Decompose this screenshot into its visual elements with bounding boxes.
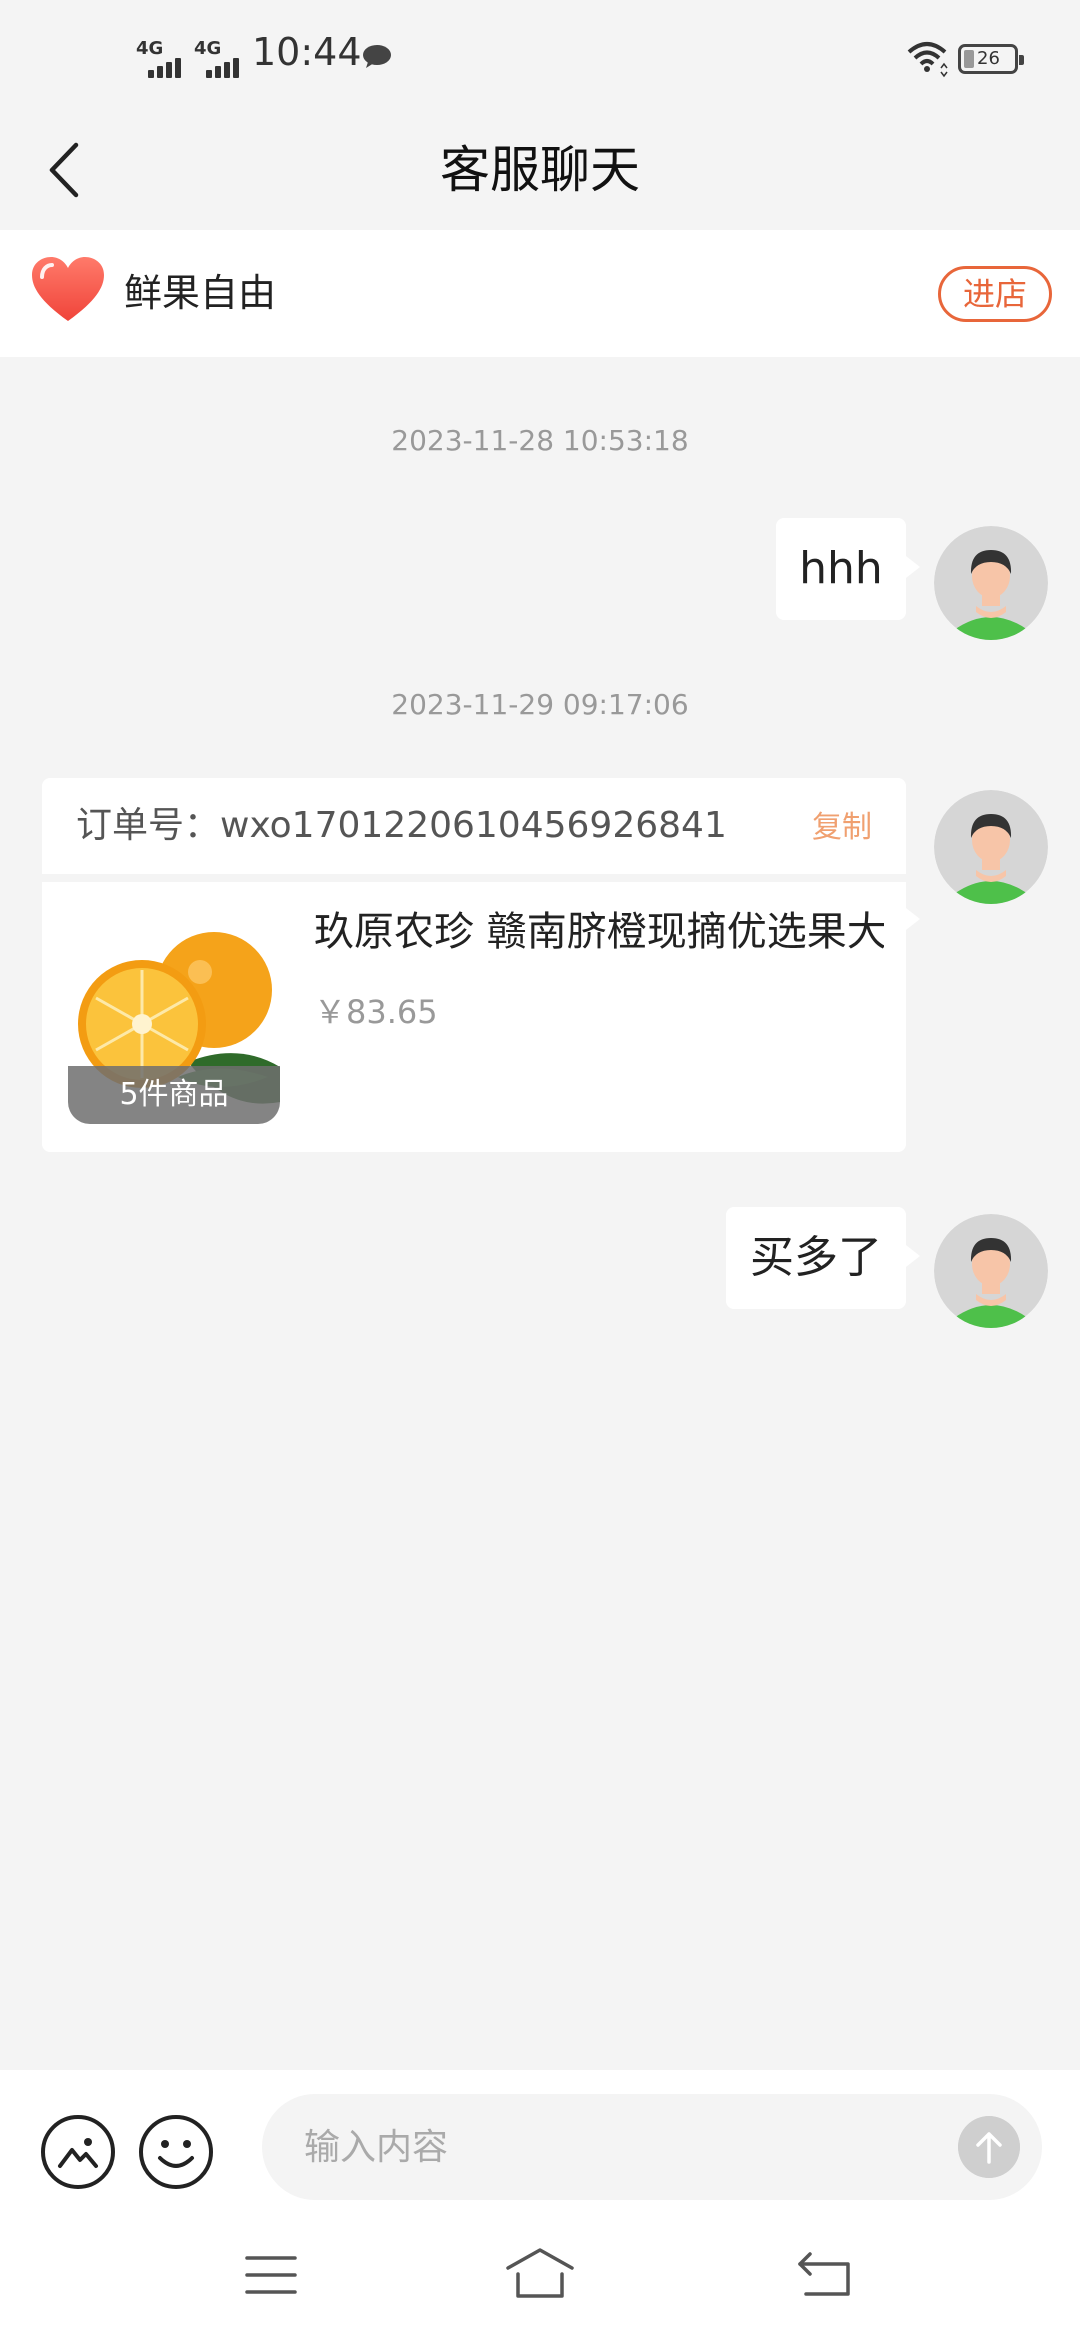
header: 客服聊天 <box>0 115 1080 230</box>
message-timestamp: 2023-11-29 09:17:06 <box>391 688 689 721</box>
image-icon[interactable] <box>40 2114 116 2190</box>
product-title: 玖原农珍 赣南脐橙现摘优选果大... <box>314 909 884 955</box>
wifi-icon <box>907 42 948 78</box>
order-header: 订单号：wxo1701220610456926841 复制 <box>42 778 906 874</box>
input-bar <box>0 2070 1080 2210</box>
status-time: 10:44 <box>252 30 362 74</box>
enter-shop-button[interactable]: 进店 <box>938 266 1052 322</box>
battery-level: 26 <box>977 48 1000 69</box>
back-icon[interactable] <box>796 2248 852 2298</box>
emoji-icon[interactable] <box>138 2114 214 2190</box>
message-bubble[interactable]: hhh <box>776 518 920 620</box>
product-image: 5件商品 <box>68 912 280 1124</box>
system-nav-bar <box>0 2210 1080 2340</box>
order-card[interactable]: 订单号：wxo1701220610456926841 复制 5件商品 玖原农珍 … <box>42 778 920 1152</box>
message-notification-icon <box>363 45 391 68</box>
message-bubble[interactable]: 买多了 <box>726 1207 920 1309</box>
product-price: ￥83.65 <box>314 993 438 1031</box>
item-count-badge: 5件商品 <box>68 1066 280 1124</box>
network-type-1: 4G <box>136 38 164 59</box>
network-type-2: 4G <box>194 38 222 59</box>
arrow-up-icon[interactable] <box>958 2116 1020 2178</box>
shop-bar[interactable]: 鲜果自由 进店 <box>0 230 1080 357</box>
order-product[interactable]: 5件商品 玖原农珍 赣南脐橙现摘优选果大... ￥83.65 <box>42 882 920 1152</box>
battery-icon: 26 <box>958 44 1024 74</box>
order-number: 订单号：wxo1701220610456926841 <box>76 805 727 846</box>
menu-icon[interactable] <box>243 2250 299 2300</box>
message-input[interactable] <box>262 2094 1042 2200</box>
copy-order-button[interactable]: 复制 <box>812 806 872 850</box>
home-icon[interactable] <box>504 2246 576 2302</box>
avatar <box>934 790 1048 904</box>
avatar <box>934 526 1048 640</box>
message-timestamp: 2023-11-28 10:53:18 <box>391 424 689 457</box>
status-bar: 4G 4G 10:44 26 <box>0 0 1080 115</box>
shop-name: 鲜果自由 <box>124 271 277 315</box>
page-title: 客服聊天 <box>440 141 640 199</box>
heart-icon <box>32 257 104 321</box>
avatar <box>934 1214 1048 1328</box>
